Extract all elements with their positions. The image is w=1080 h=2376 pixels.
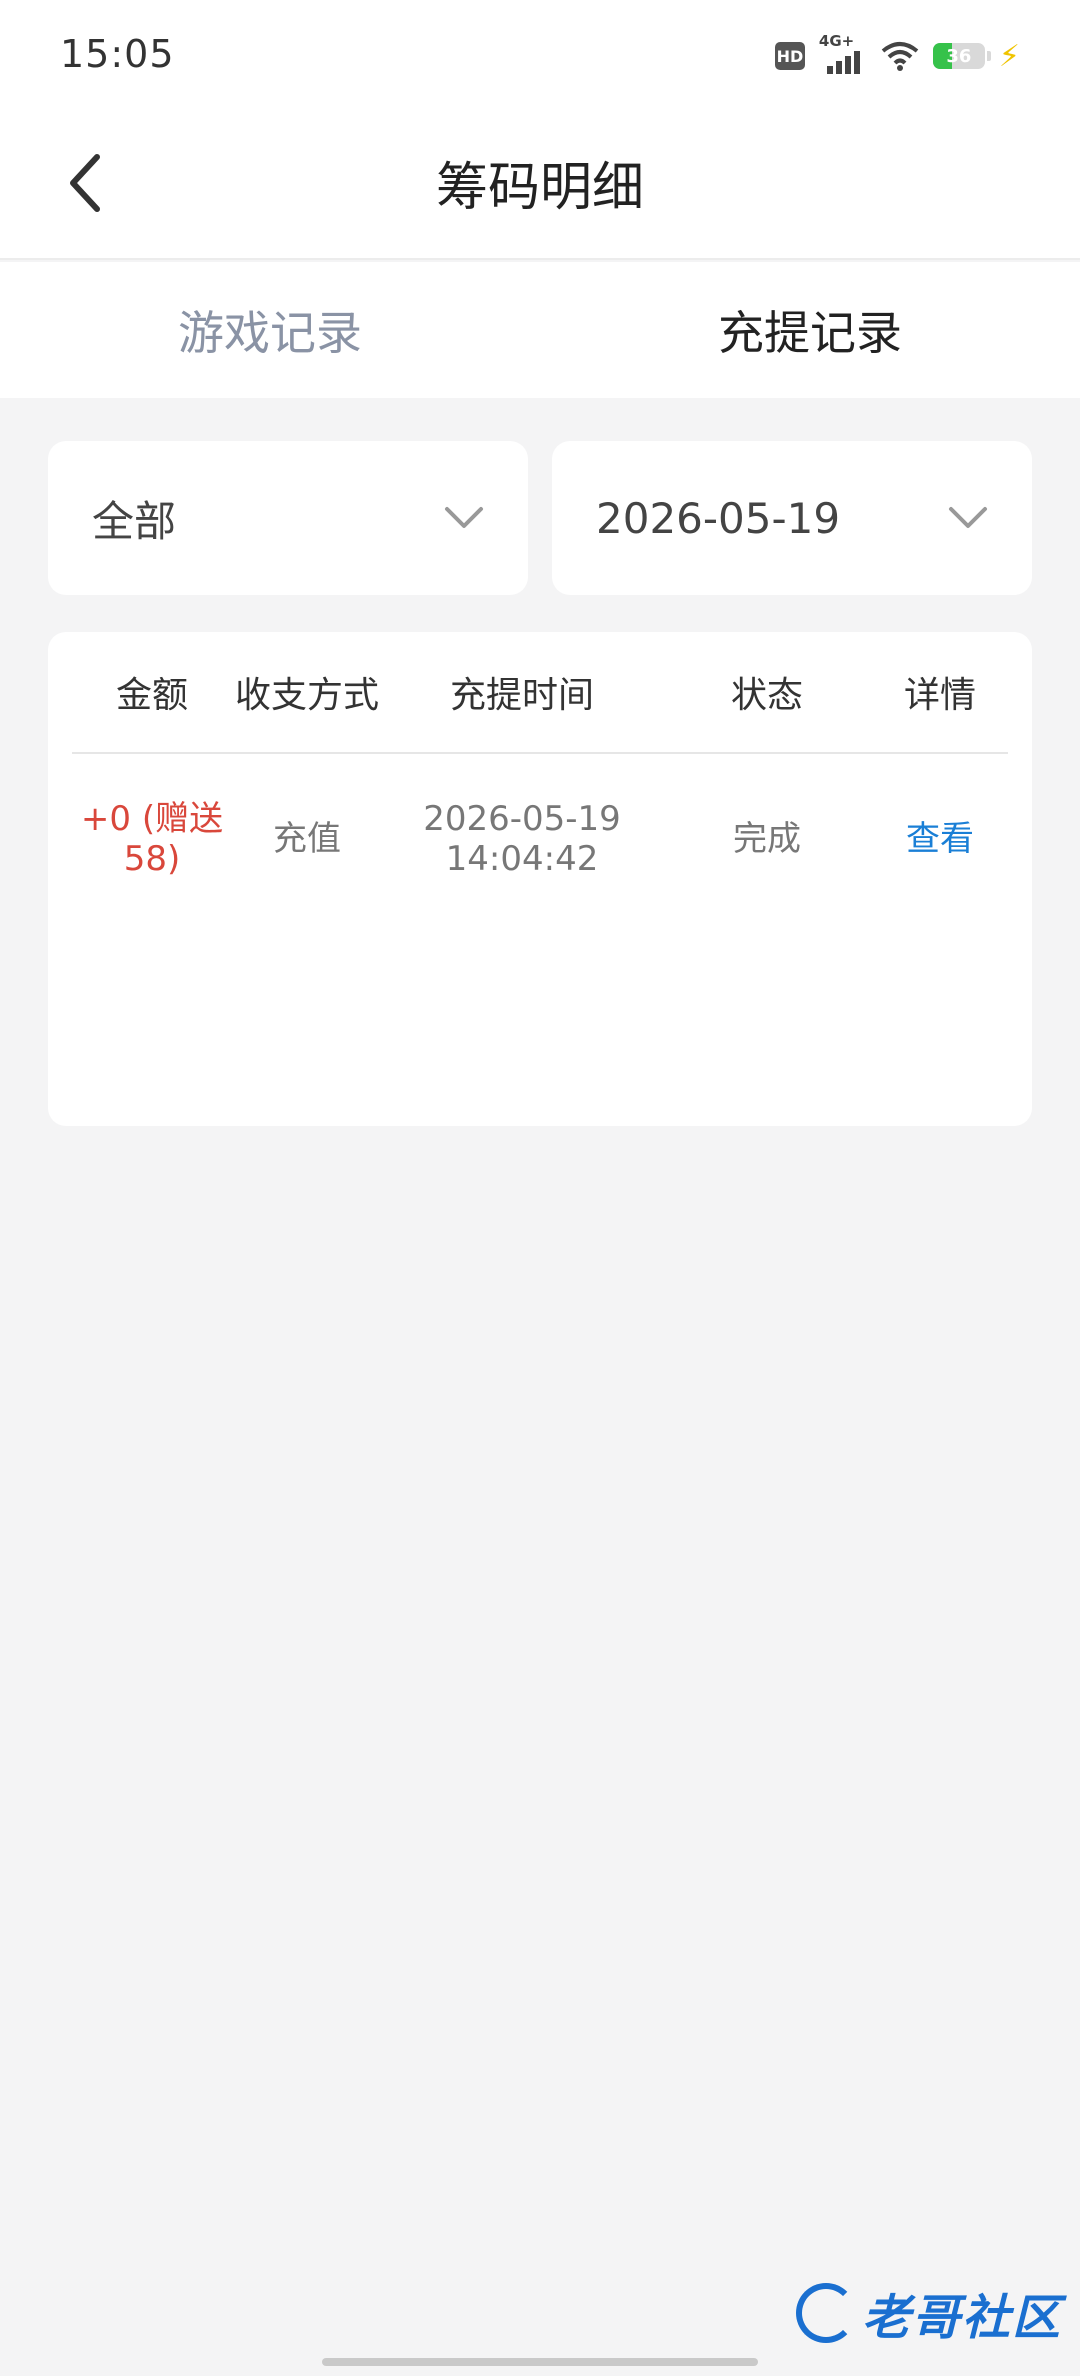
cell-method: 充值 — [273, 819, 341, 859]
cell-amount: +0 (赠送 58) — [72, 799, 232, 879]
amount-line-2: 58) — [123, 839, 181, 879]
record-tabs: 游戏记录 充提记录 — [0, 262, 1080, 398]
cell-time: 2026-05-19 14:04:42 — [382, 799, 662, 879]
view-detail-link[interactable]: 查看 — [872, 819, 1008, 859]
signal-icon: 4G+ — [819, 32, 867, 74]
page-title: 筹码明细 — [435, 158, 644, 218]
date-filter-value: 2026-05-19 — [596, 493, 841, 543]
chevron-down-icon — [948, 498, 988, 538]
tab-game-records[interactable]: 游戏记录 — [0, 262, 540, 398]
column-header-amount: 金额 — [115, 675, 188, 716]
column-header-detail: 详情 — [903, 675, 976, 716]
watermark-text: 老哥社区 — [861, 2290, 1062, 2346]
app-header: 筹码明细 — [0, 115, 1080, 260]
status-icons: HD 4G+ 36 ⚡ — [774, 32, 1020, 74]
type-filter-value: 全部 — [92, 496, 177, 546]
cell-clock-time: 14:04:42 — [445, 839, 599, 879]
cell-status: 完成 — [733, 819, 801, 859]
chevron-down-icon — [444, 498, 484, 538]
table-header: 金额 收支方式 充提时间 状态 详情 — [72, 632, 1008, 754]
date-filter-dropdown[interactable]: 2026-05-19 — [552, 441, 1032, 595]
type-filter-dropdown[interactable]: 全部 — [48, 441, 528, 595]
cell-date: 2026-05-19 — [423, 799, 621, 839]
network-type-label: 4G+ — [818, 32, 855, 50]
dragon-logo-icon — [795, 2283, 856, 2343]
table-row: +0 (赠送 58) 充值 2026-05-19 14:04:42 完成 查看 — [72, 754, 1008, 924]
column-header-method: 收支方式 — [234, 675, 379, 716]
wifi-icon — [881, 41, 919, 71]
battery-icon: 36 — [932, 43, 985, 69]
status-bar: 15:05 HD 4G+ 36 ⚡ — [0, 0, 1080, 115]
status-time: 15:05 — [60, 32, 175, 76]
battery-tip — [986, 51, 991, 61]
tab-deposit-withdraw-records[interactable]: 充提记录 — [540, 262, 1080, 398]
records-table: 金额 收支方式 充提时间 状态 详情 +0 (赠送 58) 充值 2026-05… — [48, 632, 1032, 1126]
hd-icon: HD — [774, 42, 805, 70]
watermark-logo: 老哥社区 — [795, 2278, 1062, 2348]
battery-level: 36 — [946, 45, 972, 67]
column-header-status: 状态 — [730, 675, 803, 716]
home-indicator[interactable] — [322, 2358, 758, 2366]
column-header-time: 充提时间 — [449, 675, 594, 716]
amount-line-1: +0 (赠送 — [80, 799, 224, 839]
charging-icon: ⚡ — [998, 38, 1020, 74]
